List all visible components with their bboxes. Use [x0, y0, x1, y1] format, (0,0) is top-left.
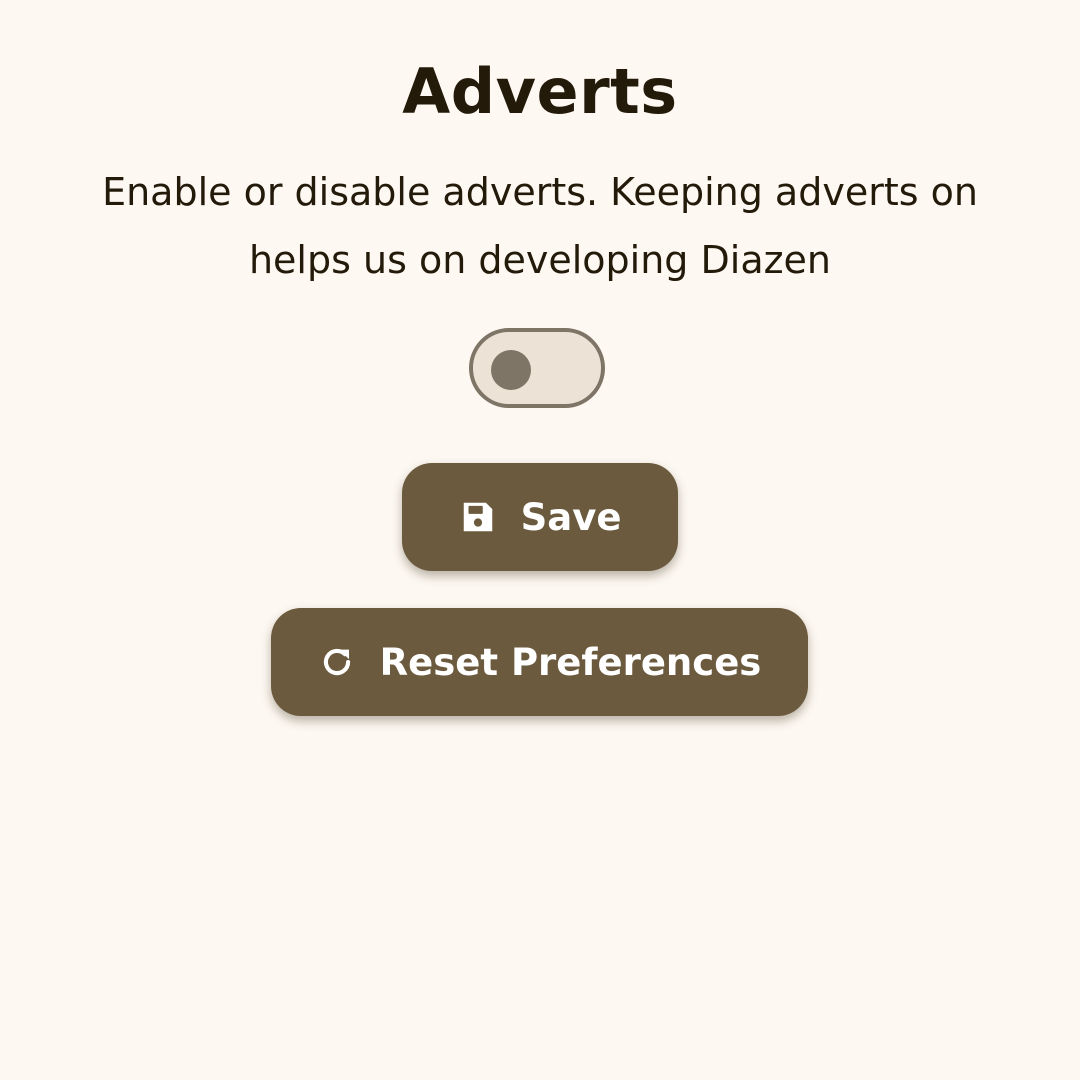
save-button-label: Save: [520, 495, 622, 539]
description-line-2: helps us on developing Diazen: [248, 238, 832, 282]
toggle-knob: [491, 350, 531, 390]
save-button[interactable]: Save: [402, 463, 678, 571]
adverts-description: Enable or disable adverts. Keeping adver…: [30, 158, 1050, 294]
reset-button-label: Reset Preferences: [379, 640, 762, 684]
adverts-settings-page: Adverts Enable or disable adverts. Keepi…: [0, 0, 1080, 1080]
adverts-toggle[interactable]: [469, 328, 605, 408]
description-line-1: Enable or disable adverts. Keeping adver…: [102, 170, 978, 214]
floppy-disk-icon: [459, 498, 497, 536]
reset-preferences-button[interactable]: Reset Preferences: [271, 608, 808, 716]
page-title: Adverts: [402, 55, 678, 128]
refresh-icon: [318, 643, 356, 681]
